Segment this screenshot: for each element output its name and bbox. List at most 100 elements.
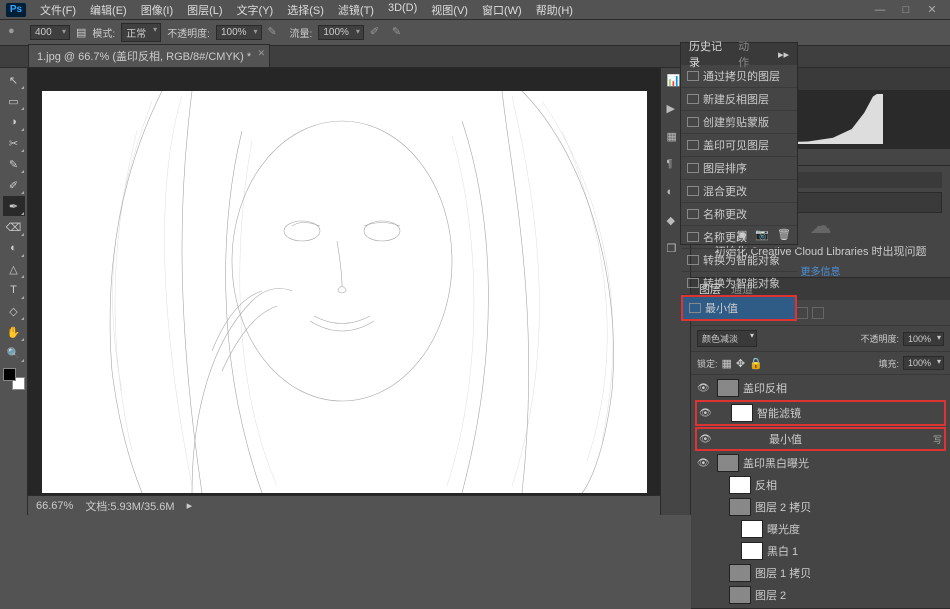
layer-row[interactable]: 黑白 1	[695, 540, 946, 562]
sketch-image	[42, 91, 647, 493]
pressure-opacity-icon[interactable]: ✎	[268, 25, 284, 41]
layer-row[interactable]: 图层 2	[695, 584, 946, 606]
history-new-icon[interactable]: 📷	[755, 228, 769, 241]
menu-item[interactable]: 帮助(H)	[530, 0, 579, 20]
layer-row[interactable]: 👁 盖印黑白曝光	[695, 452, 946, 474]
history-item[interactable]: 新建反相图层	[681, 88, 797, 111]
layer-name: 盖印反相	[743, 380, 787, 396]
menu-item[interactable]: 图像(I)	[135, 0, 179, 20]
tool-button[interactable]: ✂	[3, 133, 25, 153]
zoom-level[interactable]: 66.67%	[36, 500, 73, 512]
layer-row[interactable]: 图层 1 拷贝	[695, 562, 946, 584]
visibility-icon[interactable]: 👁	[697, 458, 709, 469]
airbrush-icon[interactable]: ✐	[370, 25, 386, 41]
tool-button[interactable]: ◐	[3, 238, 25, 258]
history-delete-icon[interactable]: 🗑	[777, 228, 791, 241]
tool-button[interactable]: ✐	[3, 175, 25, 195]
mode-dropdown[interactable]: 正常	[121, 23, 161, 42]
pressure-size-icon[interactable]: ✎	[392, 25, 408, 41]
menu-item[interactable]: 视图(V)	[425, 0, 474, 20]
layer-name: 图层 1 拷贝	[755, 565, 811, 581]
history-item[interactable]: 转换为智能对象	[681, 272, 797, 295]
menu-item[interactable]: 3D(D)	[382, 0, 423, 20]
window-button[interactable]: —	[868, 2, 892, 18]
file-tab[interactable]: 1.jpg @ 66.7% (盖印反相, RGB/8#/CMYK) * ✕	[28, 44, 270, 67]
layer-row[interactable]: 👁智能滤镜	[695, 400, 946, 426]
tool-button[interactable]: ✒	[3, 196, 25, 216]
lock-label: 锁定:	[697, 357, 718, 370]
menu-item[interactable]: 窗口(W)	[476, 0, 528, 20]
layer-name: 最小值	[769, 431, 802, 447]
menu-item[interactable]: 文字(Y)	[231, 0, 280, 20]
history-collapse-icon[interactable]: ▸▸	[778, 48, 789, 61]
tool-button[interactable]: T	[3, 280, 25, 300]
filter-shape-icon[interactable]	[796, 307, 808, 319]
history-item[interactable]: 转换为智能对象	[681, 249, 797, 272]
color-swatches[interactable]	[3, 368, 25, 390]
tool-button[interactable]: 🔍	[3, 343, 25, 363]
history-snapshot-icon[interactable]: ▣	[737, 228, 747, 241]
brush-preview-icon[interactable]: ●	[8, 25, 24, 41]
menu-item[interactable]: 图层(L)	[181, 0, 228, 20]
visibility-icon[interactable]: 👁	[699, 434, 711, 445]
lock-pixels-icon[interactable]: ▦	[722, 357, 732, 370]
blend-mode-dropdown[interactable]: 颜色减淡	[697, 330, 757, 347]
tool-button[interactable]: ✎	[3, 154, 25, 174]
layer-row[interactable]: 曝光度	[695, 518, 946, 540]
tool-button[interactable]: ⌫	[3, 217, 25, 237]
panel-toggle-icon[interactable]: ▤	[76, 26, 86, 39]
history-item[interactable]: 混合更改	[681, 180, 797, 203]
history-item[interactable]: 图层排序	[681, 157, 797, 180]
menu-item[interactable]: 文件(F)	[34, 0, 82, 20]
tool-button[interactable]: ◑	[3, 112, 25, 132]
menu-item[interactable]: 滤镜(T)	[332, 0, 380, 20]
canvas-area: 66.67% 文档:5.93M/35.6M ▸	[28, 68, 660, 515]
close-tab-icon[interactable]: ✕	[258, 48, 266, 59]
document-tabs: 1.jpg @ 66.7% (盖印反相, RGB/8#/CMYK) * ✕	[0, 46, 950, 68]
tool-button[interactable]: △	[3, 259, 25, 279]
visibility-icon[interactable]: 👁	[697, 383, 709, 394]
flow-dropdown[interactable]: 100%	[318, 25, 364, 40]
doc-size: 文档:5.93M/35.6M	[85, 498, 174, 514]
layer-name: 反相	[755, 477, 777, 493]
layer-opacity-dropdown[interactable]: 100%	[903, 332, 944, 346]
fill-label: 填充:	[878, 357, 899, 370]
status-chevron-icon[interactable]: ▸	[187, 499, 193, 512]
cc-icon: ☁	[810, 213, 832, 239]
tool-button[interactable]: ✋	[3, 322, 25, 342]
layer-row[interactable]: 👁最小值写	[695, 427, 946, 451]
layer-row[interactable]: 反相	[695, 474, 946, 496]
window-button[interactable]: ✕	[920, 2, 944, 18]
menu-item[interactable]: 选择(S)	[281, 0, 330, 20]
menu-item[interactable]: 编辑(E)	[84, 0, 133, 20]
library-link[interactable]: 更多信息	[801, 263, 841, 278]
lock-all-icon[interactable]: 🔒	[749, 357, 763, 370]
filter-smart-icon[interactable]	[812, 307, 824, 319]
mode-label: 模式:	[92, 25, 115, 40]
history-item[interactable]: 创建剪贴蒙版	[681, 111, 797, 134]
history-item[interactable]: 盖印可见图层	[681, 134, 797, 157]
fill-dropdown[interactable]: 100%	[903, 356, 944, 370]
tool-button[interactable]: ▭	[3, 91, 25, 111]
opacity-dropdown[interactable]: 100%	[216, 25, 262, 40]
history-item[interactable]: 名称更改	[681, 203, 797, 226]
visibility-icon[interactable]: 👁	[699, 408, 711, 419]
history-item[interactable]: 最小值	[681, 295, 797, 321]
window-button[interactable]: □	[894, 2, 918, 18]
layer-name: 图层 2 拷贝	[755, 499, 811, 515]
tab-history[interactable]: 历史记录	[689, 38, 728, 70]
layer-list: 👁盖印反相👁智能滤镜👁最小值写👁盖印黑白曝光反相图层 2 拷贝曝光度黑白 1图层…	[691, 375, 950, 608]
brush-size-dropdown[interactable]: 400	[30, 25, 70, 40]
layer-row[interactable]: 👁 盖印反相	[695, 377, 946, 399]
history-panel: 历史记录 动作 ▸▸ 通过拷贝的图层新建反相图层创建剪贴蒙版盖印可见图层图层排序…	[680, 42, 798, 245]
file-tab-label: 1.jpg @ 66.7% (盖印反相, RGB/8#/CMYK) *	[37, 51, 251, 63]
tool-button[interactable]: ↖	[3, 70, 25, 90]
canvas[interactable]	[42, 91, 647, 493]
tool-button[interactable]: ◇	[3, 301, 25, 321]
layer-name: 盖印黑白曝光	[743, 455, 809, 471]
tools-panel: ↖▭◑✂✎✐✒⌫◐△T◇✋🔍	[0, 68, 28, 515]
layer-name: 曝光度	[767, 521, 800, 537]
lock-position-icon[interactable]: ✥	[736, 357, 745, 370]
flow-label: 流量:	[290, 25, 313, 40]
tab-actions[interactable]: 动作	[738, 38, 758, 70]
